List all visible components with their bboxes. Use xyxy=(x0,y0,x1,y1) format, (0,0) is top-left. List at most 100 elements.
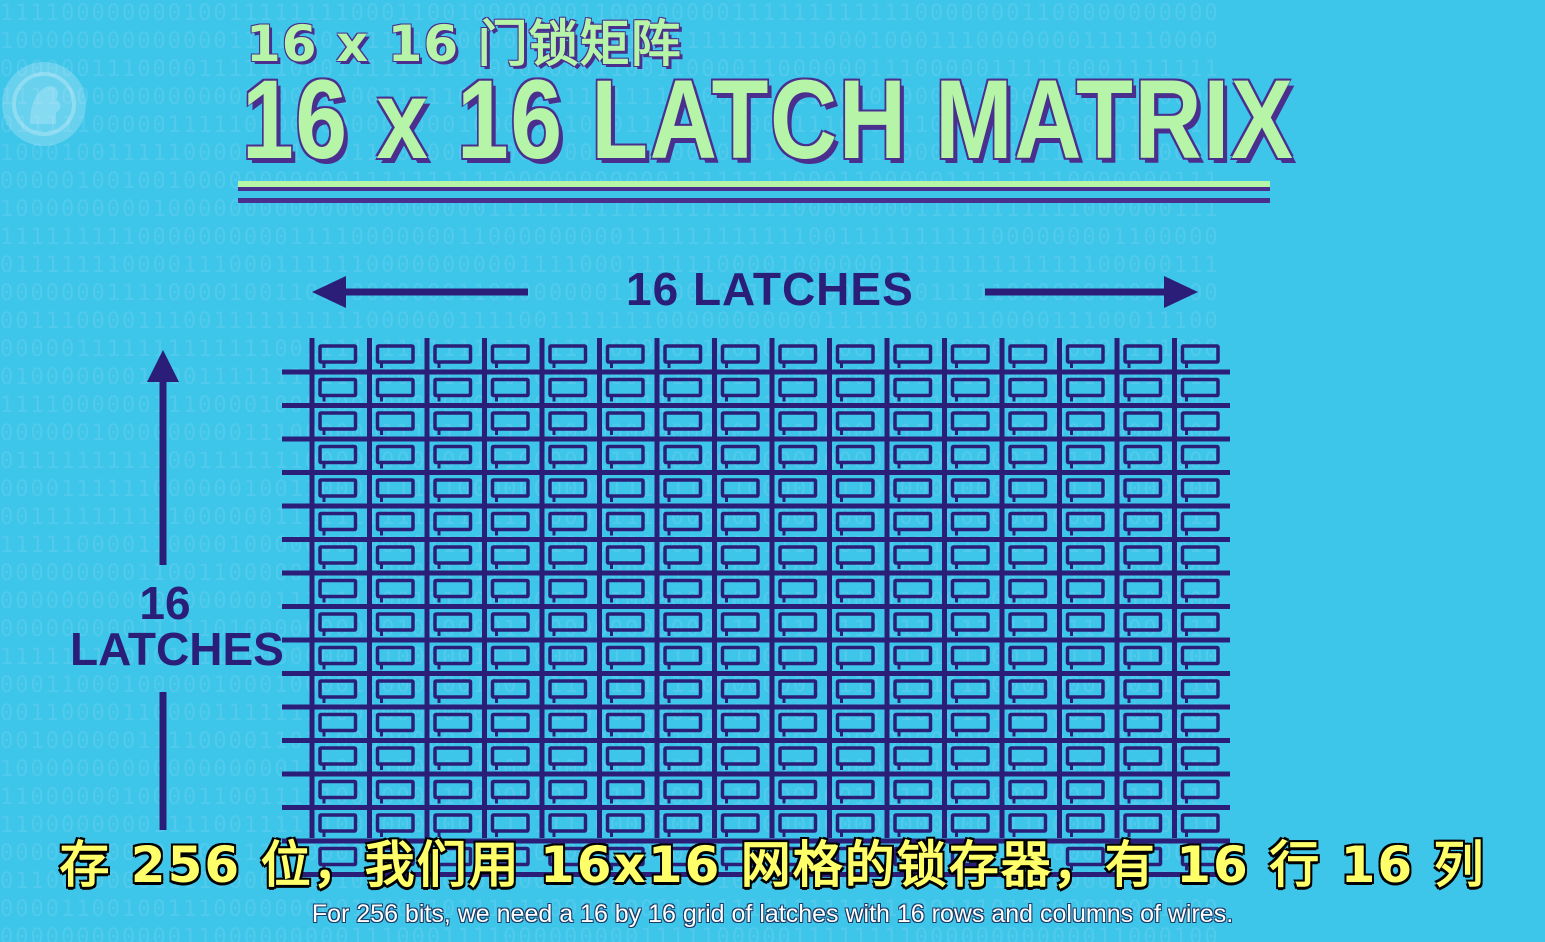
latch-cell xyxy=(490,478,530,498)
latch-cell xyxy=(1065,444,1105,465)
latch-cell xyxy=(893,612,933,632)
latch-cell xyxy=(950,746,990,766)
subtitle-english: For 256 bits, we need a 16 by 16 grid of… xyxy=(311,900,1234,928)
latch-cell xyxy=(1180,411,1220,431)
latch-cell xyxy=(1123,779,1163,800)
latch-cell xyxy=(490,511,530,532)
latch-cell xyxy=(548,645,588,666)
latch-cell xyxy=(1008,545,1048,565)
latch-cell xyxy=(1008,679,1048,699)
latch-cell xyxy=(318,645,358,666)
latch-cell xyxy=(663,746,703,766)
latch-cell xyxy=(318,612,358,632)
latch-cell xyxy=(1008,511,1048,532)
latch-cell xyxy=(778,344,818,364)
latch-cell xyxy=(720,377,760,398)
latch-cell xyxy=(950,578,990,599)
latch-cell xyxy=(778,645,818,666)
latch-cell xyxy=(1065,478,1105,498)
latch-matrix-diagram xyxy=(147,276,1230,877)
latch-cell xyxy=(490,779,530,800)
latch-cell xyxy=(605,645,645,666)
latch-cell xyxy=(605,478,645,498)
latch-cell xyxy=(663,545,703,565)
latch-cell xyxy=(835,645,875,666)
latch-cell xyxy=(375,377,415,398)
latch-cell xyxy=(835,545,875,565)
latch-cell xyxy=(1123,478,1163,498)
latch-cell xyxy=(663,411,703,431)
latch-cell xyxy=(663,578,703,599)
latch-cell xyxy=(490,578,530,599)
latch-cell xyxy=(950,679,990,699)
latch-cell xyxy=(663,478,703,498)
latch-cell xyxy=(663,612,703,632)
latch-cell xyxy=(1065,712,1105,733)
latch-cell xyxy=(720,511,760,532)
latch-cell xyxy=(950,411,990,431)
latch-cell xyxy=(375,545,415,565)
latch-cell xyxy=(893,712,933,733)
latch-cell xyxy=(720,444,760,465)
latch-cell xyxy=(548,411,588,431)
latch-cell xyxy=(950,645,990,666)
latch-cell xyxy=(1123,578,1163,599)
latch-cell xyxy=(490,746,530,766)
subtitle-chinese: 存 256 位，我们用 16x16 网格的锁存器，有 16 行 16 列 xyxy=(59,836,1486,894)
latch-cell xyxy=(663,444,703,465)
latch-cell xyxy=(1008,746,1048,766)
latch-cell xyxy=(1008,444,1048,465)
latch-cell xyxy=(950,712,990,733)
latch-cell xyxy=(548,344,588,364)
latch-cell xyxy=(893,779,933,800)
latch-cell xyxy=(490,411,530,431)
latch-cell xyxy=(1180,712,1220,733)
latch-cell xyxy=(720,578,760,599)
latch-cell xyxy=(778,578,818,599)
latch-cell xyxy=(605,444,645,465)
latch-cell xyxy=(318,411,358,431)
latch-cell xyxy=(835,344,875,364)
latch-cell xyxy=(1123,679,1163,699)
latch-cell xyxy=(1123,645,1163,666)
latch-cell xyxy=(318,511,358,532)
video-frame: 1111000000001001111111100011001000000011… xyxy=(0,0,1545,942)
latch-cell xyxy=(375,645,415,666)
latch-cell xyxy=(318,377,358,398)
latch-cell xyxy=(1180,478,1220,498)
latch-cell xyxy=(548,578,588,599)
latch-cell xyxy=(778,377,818,398)
latch-cell xyxy=(490,344,530,364)
latch-cell xyxy=(1065,578,1105,599)
latch-cell xyxy=(318,545,358,565)
latch-cell xyxy=(318,779,358,800)
latch-cell xyxy=(433,444,473,465)
right-arrow-icon xyxy=(985,276,1198,308)
latch-cell xyxy=(433,511,473,532)
latch-cell xyxy=(375,444,415,465)
latch-cell xyxy=(893,645,933,666)
latch-cell xyxy=(778,411,818,431)
latch-cell xyxy=(893,746,933,766)
latch-cell xyxy=(835,478,875,498)
latch-cell xyxy=(778,545,818,565)
latch-cell xyxy=(950,612,990,632)
latch-cell xyxy=(548,478,588,498)
latch-cell xyxy=(548,712,588,733)
latch-cell xyxy=(548,679,588,699)
latch-cell xyxy=(1008,411,1048,431)
latch-cell xyxy=(893,511,933,532)
latch-cell xyxy=(778,746,818,766)
latch-cell xyxy=(778,679,818,699)
latch-cell xyxy=(835,779,875,800)
latch-cell xyxy=(1065,411,1105,431)
left-arrow-icon xyxy=(312,276,528,308)
latch-cell xyxy=(375,344,415,364)
latch-cell xyxy=(490,444,530,465)
latch-cell xyxy=(950,545,990,565)
latch-cell xyxy=(548,444,588,465)
latch-cell xyxy=(720,478,760,498)
latch-cell xyxy=(1008,344,1048,364)
latch-cell xyxy=(893,578,933,599)
latch-cell xyxy=(605,746,645,766)
